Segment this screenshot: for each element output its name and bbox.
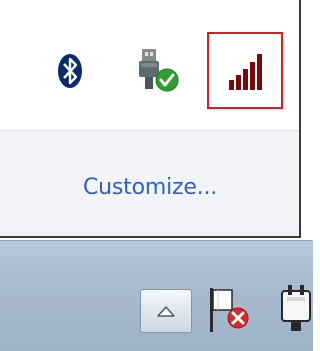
show-hidden-icons-button[interactable]	[140, 289, 192, 333]
overflow-icon-area	[0, 0, 299, 130]
notification-overflow-panel: Customize...	[0, 0, 301, 238]
overflow-footer: Customize...	[0, 130, 299, 236]
taskbar	[0, 240, 313, 351]
customize-link[interactable]: Customize...	[83, 175, 217, 200]
chevron-up-icon	[157, 306, 175, 317]
safely-remove-hardware-icon[interactable]	[133, 47, 185, 95]
network-signal-icon[interactable]	[227, 52, 267, 92]
action-center-flag-icon[interactable]	[206, 284, 256, 336]
highlight-box	[207, 32, 283, 109]
power-plug-icon[interactable]	[272, 283, 313, 337]
bluetooth-icon[interactable]	[57, 53, 83, 89]
